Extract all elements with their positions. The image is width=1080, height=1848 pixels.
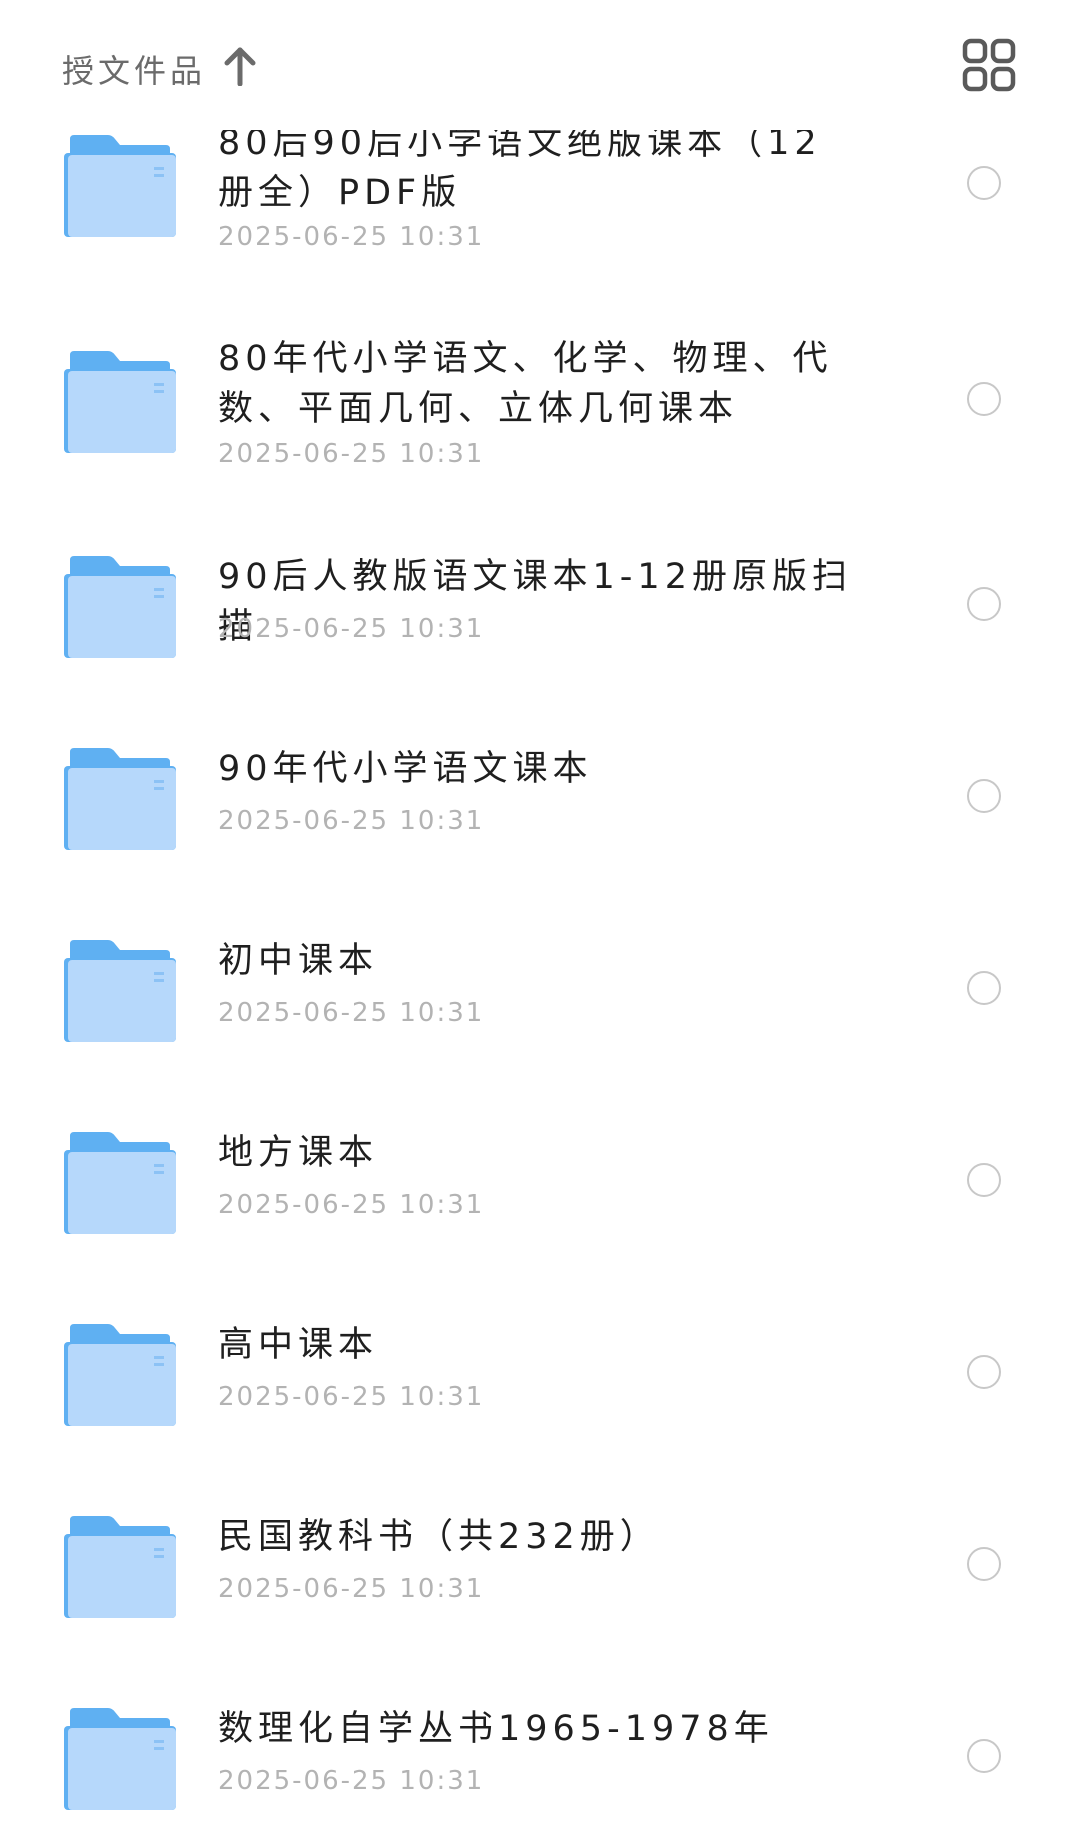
- list-item[interactable]: 90后人教版语文课本1-12册原版扫描 2025-06-25 10:31: [0, 552, 1080, 662]
- sort-label[interactable]: 授文件品: [62, 46, 206, 92]
- folder-name: 民国教科书（共232册）: [218, 1517, 660, 1557]
- folder-name: 地方课本: [218, 1133, 379, 1173]
- folder-name: 80后90后小学语文绝版课本（12册全）PDF版: [218, 123, 822, 213]
- folder-date: 2025-06-25 10:31: [218, 439, 485, 469]
- folder-icon: [64, 940, 176, 1042]
- folder-date: 2025-06-25 10:31: [218, 222, 485, 252]
- list-item[interactable]: 80年代小学语文、化学、物理、代数、平面几何、立体几何课本 2025-06-25…: [0, 330, 1080, 520]
- folder-name: 初中课本: [218, 941, 379, 981]
- folder-name: 高中课本: [218, 1325, 379, 1365]
- arrow-up-icon[interactable]: [222, 46, 258, 86]
- folder-date: 2025-06-25 10:31: [218, 1190, 485, 1220]
- select-radio[interactable]: [967, 382, 1001, 416]
- list-item[interactable]: 地方课本 2025-06-25 10:31: [0, 1128, 1080, 1238]
- select-radio[interactable]: [967, 1355, 1001, 1389]
- folder-icon: [64, 1132, 176, 1234]
- folder-icon: [64, 748, 176, 850]
- folder-date: 2025-06-25 10:31: [218, 1766, 485, 1796]
- list-item[interactable]: 数理化自学丛书1965-1978年 2025-06-25 10:31: [0, 1704, 1080, 1814]
- folder-name: 80年代小学语文、化学、物理、代数、平面几何、立体几何课本: [218, 339, 833, 429]
- select-radio[interactable]: [967, 587, 1001, 621]
- folder-icon: [64, 556, 176, 658]
- select-radio[interactable]: [967, 1739, 1001, 1773]
- folder-icon: [64, 1516, 176, 1618]
- list-item[interactable]: 90年代小学语文课本 2025-06-25 10:31: [0, 744, 1080, 854]
- list-item[interactable]: 初中课本 2025-06-25 10:31: [0, 936, 1080, 1046]
- folder-icon: [64, 351, 176, 453]
- folder-date: 2025-06-25 10:31: [218, 614, 485, 644]
- folder-date: 2025-06-25 10:31: [218, 998, 485, 1028]
- folder-name: 90年代小学语文课本: [218, 749, 593, 789]
- list-item[interactable]: 高中课本 2025-06-25 10:31: [0, 1320, 1080, 1430]
- select-radio[interactable]: [967, 1163, 1001, 1197]
- select-radio[interactable]: [967, 1547, 1001, 1581]
- select-radio[interactable]: [967, 166, 1001, 200]
- header-bar: 授文件品: [0, 0, 1080, 130]
- file-list[interactable]: 80后90后小学语文绝版课本（12册全）PDF版 2025-06-25 10:3…: [0, 0, 1080, 1848]
- folder-icon: [64, 135, 176, 237]
- select-radio[interactable]: [967, 779, 1001, 813]
- folder-date: 2025-06-25 10:31: [218, 806, 485, 836]
- file-browser-screen: 80后90后小学语文绝版课本（12册全）PDF版 2025-06-25 10:3…: [0, 0, 1080, 1848]
- select-radio[interactable]: [967, 971, 1001, 1005]
- folder-date: 2025-06-25 10:31: [218, 1382, 485, 1412]
- folder-date: 2025-06-25 10:31: [218, 1574, 485, 1604]
- folder-icon: [64, 1708, 176, 1810]
- list-item[interactable]: 民国教科书（共232册） 2025-06-25 10:31: [0, 1512, 1080, 1622]
- folder-icon: [64, 1324, 176, 1426]
- folder-name: 数理化自学丛书1965-1978年: [218, 1709, 774, 1749]
- grid-view-icon[interactable]: [962, 38, 1016, 92]
